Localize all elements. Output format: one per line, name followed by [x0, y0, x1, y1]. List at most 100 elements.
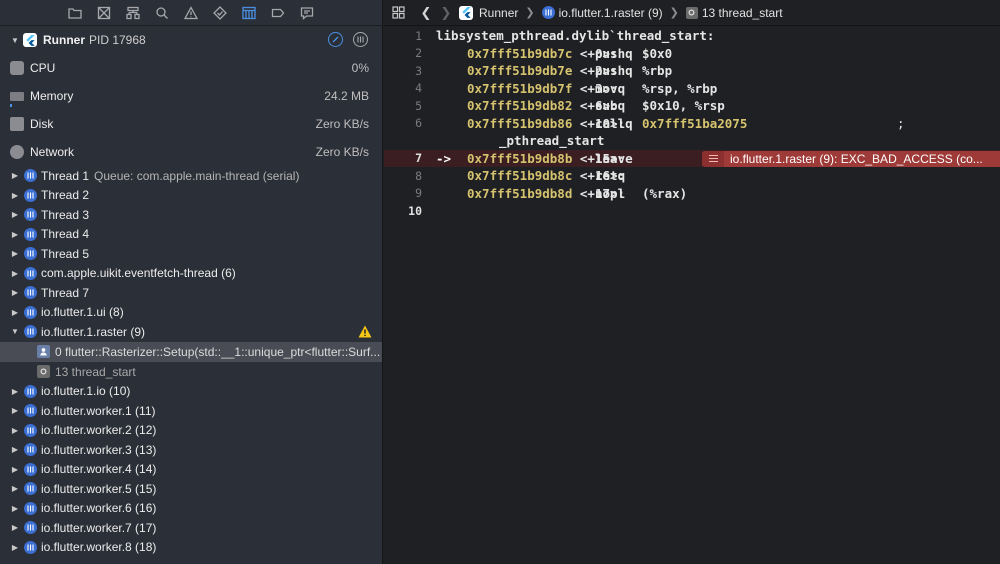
instruction-line[interactable]: 3 0x7fff51b9db7e <+2>: pushq %rbp: [384, 62, 1000, 80]
thread-row[interactable]: ▶ io.flutter.worker.5 (15): [0, 479, 382, 499]
instruction-line[interactable]: 9 0x7fff51b9db8d <+17>: nopl (%rax): [384, 185, 1000, 203]
disclosure-closed-icon[interactable]: ▶: [10, 387, 20, 396]
disclosure-closed-icon[interactable]: ▶: [10, 445, 20, 454]
thread-row[interactable]: ▶ io.flutter.1.io (10): [0, 382, 382, 402]
disclosure-closed-icon[interactable]: ▶: [10, 543, 20, 552]
thread-label: io.flutter.1.ui (8): [41, 305, 124, 320]
report-icon[interactable]: [292, 0, 321, 26]
instruction-line[interactable]: 2 0x7fff51b9db7c <+0>: pushq $0x0: [384, 45, 1000, 63]
folder-icon[interactable]: [60, 0, 89, 26]
comment-marker: ;: [897, 115, 905, 131]
thread-row[interactable]: ▶ Thread 5: [0, 244, 382, 264]
jumpbar-thread[interactable]: io.flutter.1.raster (9): [541, 5, 663, 20]
disclosure-closed-icon[interactable]: ▶: [10, 484, 20, 493]
disclosure-closed-icon[interactable]: ▶: [10, 308, 20, 317]
disclosure-closed-icon[interactable]: ▶: [10, 465, 20, 474]
disassembly-editor: ❮ ❯ Runner ❯ io.flutter.1.raster (9) ❯ 1…: [384, 0, 1000, 564]
disassembly-code[interactable]: 1 libsystem_pthread.dylib`thread_start: …: [384, 27, 1000, 220]
debug-navigator: ▼ Runner PID 17968 CPU 0% Memory 24.2 MB…: [0, 0, 383, 564]
thread-row[interactable]: ▼ io.flutter.1.raster (9): [0, 322, 382, 342]
thread-filter-icon[interactable]: [353, 32, 368, 47]
thread-row[interactable]: ▶ io.flutter.worker.6 (16): [0, 499, 382, 519]
stack-frame-row[interactable]: 0 flutter::Rasterizer::Setup(std::__1::u…: [0, 341, 382, 362]
line-number: 8: [415, 168, 422, 183]
gauge-toggle-icon[interactable]: [328, 32, 343, 47]
thread-row[interactable]: ▶ io.flutter.worker.7 (17): [0, 518, 382, 538]
symbol-header: libsystem_pthread.dylib`thread_start:: [436, 28, 715, 44]
jumpbar-project[interactable]: Runner: [459, 5, 518, 20]
gauge-label: Network: [30, 145, 75, 159]
warning-icon[interactable]: [358, 325, 372, 338]
thread-icon: [24, 443, 37, 457]
thread-row[interactable]: ▶ Thread 4: [0, 225, 382, 245]
issue-warning-icon[interactable]: [176, 0, 205, 26]
thread-label: io.flutter.worker.1 (11): [41, 403, 156, 418]
thread-icon: [24, 501, 37, 515]
disclosure-closed-icon[interactable]: ▶: [10, 288, 20, 297]
disclosure-closed-icon[interactable]: ▶: [10, 210, 20, 219]
disclosure-closed-icon[interactable]: ▶: [10, 230, 20, 239]
thread-row[interactable]: ▶ Thread 1 Queue: com.apple.main-thread (s…: [0, 166, 382, 186]
current-instruction-line[interactable]: 7 -> 0x7fff51b9db8b <+15>: leave io.flutter.…: [384, 149, 1000, 167]
source-control-icon[interactable]: [89, 0, 118, 26]
instruction-operands: 0x7fff51ba2075: [642, 115, 748, 131]
thread-row[interactable]: ▶ io.flutter.worker.1 (11): [0, 401, 382, 421]
gauge-network[interactable]: Network Zero KB/s: [0, 138, 382, 166]
instruction-line[interactable]: 6 0x7fff51b9db86 <+10>: callq 0x7fff51ba207…: [384, 115, 1000, 133]
thread-icon: [24, 462, 37, 476]
thread-row[interactable]: ▶ Thread 3: [0, 205, 382, 225]
thread-row[interactable]: ▶ Thread 2: [0, 186, 382, 206]
test-diamond-icon[interactable]: [205, 0, 234, 26]
disclosure-closed-icon[interactable]: ▶: [10, 249, 20, 258]
instruction-pointer-arrow: ->: [436, 150, 452, 166]
instruction-mnemonic: nopl: [595, 185, 626, 201]
jumpbar-thread-label: io.flutter.1.raster (9): [558, 5, 663, 20]
thread-row[interactable]: ▶ io.flutter.worker.8 (18): [0, 538, 382, 558]
gauge-cpu[interactable]: CPU 0%: [0, 54, 382, 82]
gauge-disk[interactable]: Disk Zero KB/s: [0, 110, 382, 138]
disclosure-open-icon[interactable]: ▼: [10, 35, 20, 45]
search-icon[interactable]: [147, 0, 176, 26]
error-annotation[interactable]: io.flutter.1.raster (9): EXC_BAD_ACCESS …: [702, 150, 1000, 167]
instruction-mnemonic: leave: [595, 150, 633, 166]
disclosure-closed-icon[interactable]: ▶: [10, 191, 20, 200]
disclosure-closed-icon[interactable]: ▶: [10, 171, 20, 180]
forward-chevron-icon[interactable]: ❯: [439, 5, 453, 21]
instruction-line[interactable]: 5 0x7fff51b9db82 <+6>: subq $0x10, %rsp: [384, 97, 1000, 115]
thread-row[interactable]: ▶ io.flutter.worker.3 (13): [0, 440, 382, 460]
disclosure-open-icon[interactable]: ▼: [10, 327, 20, 336]
instruction-line[interactable]: 4 0x7fff51b9db7f <+3>: movq %rsp, %rbp: [384, 80, 1000, 98]
thread-icon: [24, 247, 37, 261]
disclosure-closed-icon[interactable]: ▶: [10, 523, 20, 532]
instruction-address: 0x7fff51b9db86: [467, 115, 573, 131]
thread-icon: [24, 286, 37, 300]
disclosure-closed-icon[interactable]: ▶: [10, 504, 20, 513]
thread-label: Thread 7: [41, 285, 90, 300]
thread-row[interactable]: ▶ com.apple.uikit.eventfetch-thread (6): [0, 264, 382, 284]
instruction-line[interactable]: 8 0x7fff51b9db8c <+16>: retq: [384, 167, 1000, 185]
related-items-grid-icon[interactable]: [392, 6, 405, 19]
line-number: 6: [415, 116, 422, 131]
thread-row[interactable]: ▶ Thread 7: [0, 283, 382, 303]
debug-navigator-icon[interactable]: [234, 0, 263, 26]
disclosure-closed-icon[interactable]: ▶: [10, 426, 20, 435]
disclosure-closed-icon[interactable]: ▶: [10, 406, 20, 415]
stack-frame-row[interactable]: 13 thread_start: [0, 362, 382, 382]
thread-row[interactable]: ▶ io.flutter.worker.4 (14): [0, 460, 382, 480]
gauge-memory[interactable]: Memory 24.2 MB: [0, 82, 382, 110]
thread-row[interactable]: ▶ io.flutter.worker.2 (12): [0, 421, 382, 441]
jumpbar-frame[interactable]: 13 thread_start: [685, 6, 783, 20]
hierarchy-icon[interactable]: [118, 0, 147, 26]
disk-icon: [10, 117, 24, 131]
back-chevron-icon[interactable]: ❮: [419, 5, 433, 21]
gauge-label: CPU: [30, 61, 56, 75]
process-row[interactable]: ▼ Runner PID 17968: [0, 26, 382, 54]
line-number: 1: [415, 28, 422, 43]
error-list-icon[interactable]: [702, 150, 724, 167]
breakpoint-icon[interactable]: [263, 0, 292, 26]
line-number: 2: [415, 46, 422, 61]
memory-usage-bar: [10, 104, 12, 107]
disclosure-closed-icon[interactable]: ▶: [10, 269, 20, 278]
thread-row[interactable]: ▶ io.flutter.1.ui (8): [0, 303, 382, 323]
chevron-right-icon: ❯: [669, 7, 679, 19]
